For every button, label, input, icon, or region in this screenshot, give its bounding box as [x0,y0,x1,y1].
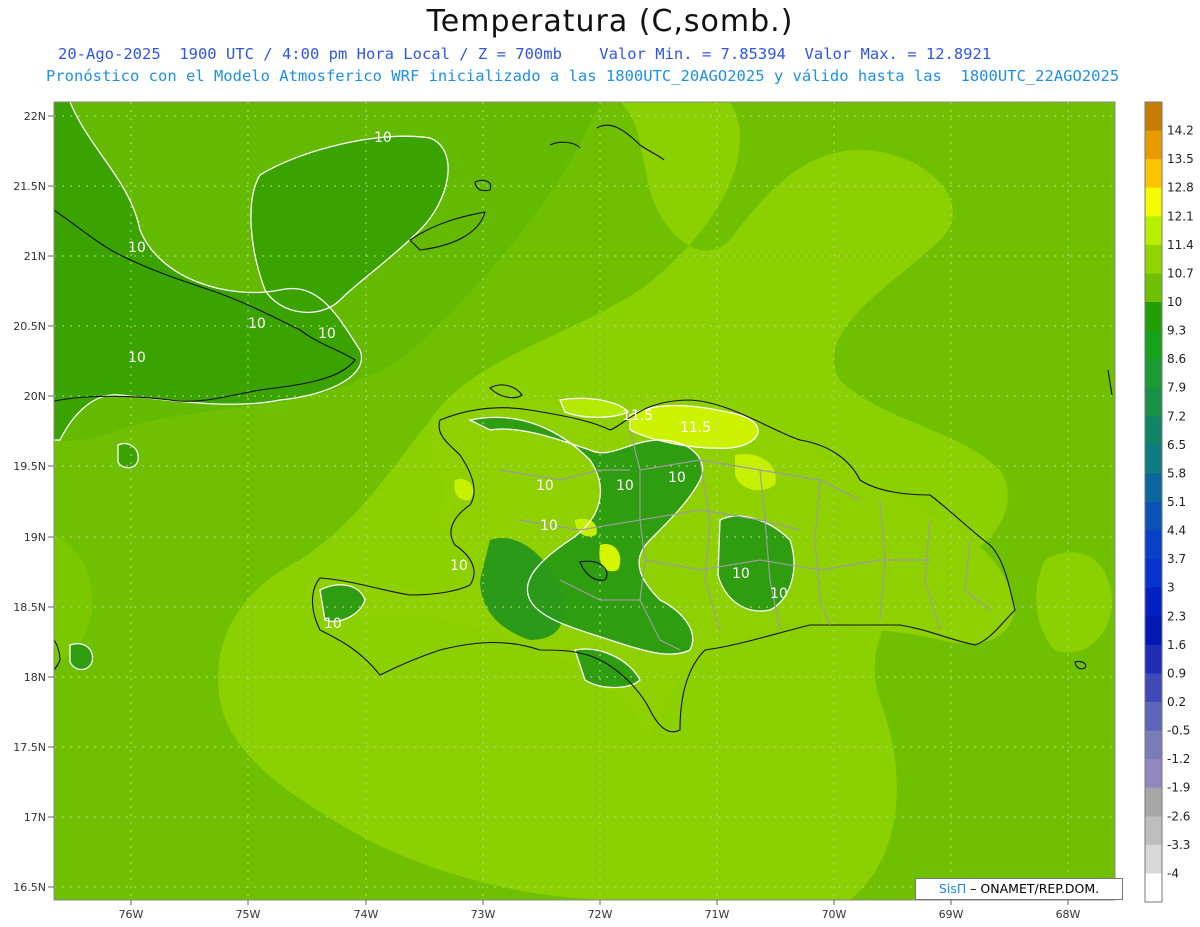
colorbar-label: -3.3 [1167,838,1190,852]
lon-label: 71W [705,908,730,921]
colorbar-cell [1145,787,1162,817]
colorbar-cell [1145,273,1162,303]
contour-label: 10 [318,326,336,342]
colorbar-label: 0.9 [1167,666,1186,680]
colorbar-label: 12.1 [1167,209,1194,223]
lat-label: 16.5N [13,881,46,894]
credit-text: – ONAMET/REP.DOM. [966,881,1100,896]
colorbar-label: 14.2 [1167,124,1194,138]
colorbar-label: 4.4 [1167,524,1186,538]
lat-label: 17N [24,811,46,824]
colorbar-cell [1145,587,1162,617]
colorbar-cell [1145,444,1162,474]
lat-label: 21N [24,250,46,263]
colorbar-cell [1145,302,1162,332]
lat-label: 21.5N [13,180,46,193]
lat-label: 18.5N [13,601,46,614]
contour-label: 10 [128,350,146,366]
colorbar-label: 11.4 [1167,238,1194,252]
colorbar-label: 13.5 [1167,152,1194,166]
colorbar-label: 10.7 [1167,266,1194,280]
colorbar-cell [1145,473,1162,503]
lat-label: 22N [24,110,46,123]
lon-label: 73W [471,908,496,921]
contour-label: 10 [770,586,788,602]
colorbar-label: -1.2 [1167,752,1190,766]
lon-label: 69W [939,908,964,921]
lon-label: 74W [354,908,379,921]
contour-label: 10 [616,478,634,494]
contour-label: 10 [536,478,554,494]
colorbar-cell [1145,616,1162,646]
lat-label: 20N [24,390,46,403]
lon-label: 68W [1056,908,1081,921]
colorbar-cell [1145,502,1162,532]
colorbar-cell [1145,244,1162,274]
lat-label: 17.5N [13,741,46,754]
contour-label: 11.5 [680,420,711,436]
latitude-axis: 22N 21.5N 21N 20.5N 20N 19.5N 19N 18.5N … [13,110,54,894]
colorbar-label: -4 [1167,866,1179,880]
colorbar-cell [1145,559,1162,589]
colorbar-label: 9.3 [1167,324,1186,338]
lon-label: 72W [588,908,613,921]
colorbar-label: 7.2 [1167,409,1186,423]
colorbar-label: 10 [1167,295,1182,309]
colorbar-cell [1145,216,1162,246]
lat-label: 20.5N [13,320,46,333]
longitude-axis: 76W 75W 74W 73W 72W 71W 70W 69W 68W [119,900,1081,921]
colorbar-cell [1145,873,1162,903]
temperature-map: 10 10 10 10 10 10 10 10 10 10 10 10 10 1… [13,101,1194,921]
contour-label: 10 [324,616,342,632]
lon-label: 76W [119,908,144,921]
colorbar-cell [1145,330,1162,360]
temperature-field [54,102,1115,900]
colorbar-label: 1.6 [1167,638,1186,652]
colorbar-cell [1145,387,1162,417]
colorbar-cell [1145,844,1162,874]
colorbar-cell [1145,187,1162,217]
colorbar-label: 0.2 [1167,695,1186,709]
contour-label: 10 [450,558,468,574]
colorbar-label: 5.1 [1167,495,1186,509]
lat-label: 19.5N [13,460,46,473]
colorbar-cell [1145,359,1162,389]
colorbar-cell [1145,644,1162,674]
credit-box: SisΠ – ONAMET/REP.DOM. [915,878,1123,900]
colorbar-cell [1145,816,1162,846]
contour-label: 10 [668,470,686,486]
contour-label: 10 [374,130,392,146]
colorbar-label: -1.9 [1167,781,1190,795]
colorbar-cell [1145,673,1162,703]
colorbar-cell [1145,159,1162,189]
colorbar-cell [1145,759,1162,789]
colorbar-label: 7.9 [1167,381,1186,395]
colorbar: 14.2 13.5 12.8 12.1 11.4 10.7 10 9.3 8.6 7.9 7.2 6.… [1145,102,1194,903]
lat-label: 19N [24,531,46,544]
colorbar-cell [1145,730,1162,760]
colorbar-label: 5.8 [1167,466,1186,480]
colorbar-label: 3.7 [1167,552,1186,566]
credit-brand: SisΠ [938,881,967,896]
colorbar-cell [1145,130,1162,160]
colorbar-label: 8.6 [1167,352,1186,366]
contour-label: 10 [732,566,750,582]
colorbar-cell [1145,702,1162,732]
contour-label: 11.5 [622,408,653,424]
colorbar-cell [1145,416,1162,446]
contour-label: 10 [540,518,558,534]
lon-label: 75W [236,908,261,921]
colorbar-label: 3 [1167,581,1175,595]
colorbar-label: -0.5 [1167,724,1190,738]
colorbar-label: 2.3 [1167,609,1186,623]
colorbar-cell [1145,530,1162,560]
colorbar-label: 6.5 [1167,438,1186,452]
colorbar-cell [1145,102,1162,132]
lon-label: 70W [822,908,847,921]
contour-label: 10 [248,316,266,332]
colorbar-label: 12.8 [1167,181,1194,195]
contour-label: 10 [128,240,146,256]
lat-label: 18N [24,671,46,684]
colorbar-label: -2.6 [1167,809,1190,823]
